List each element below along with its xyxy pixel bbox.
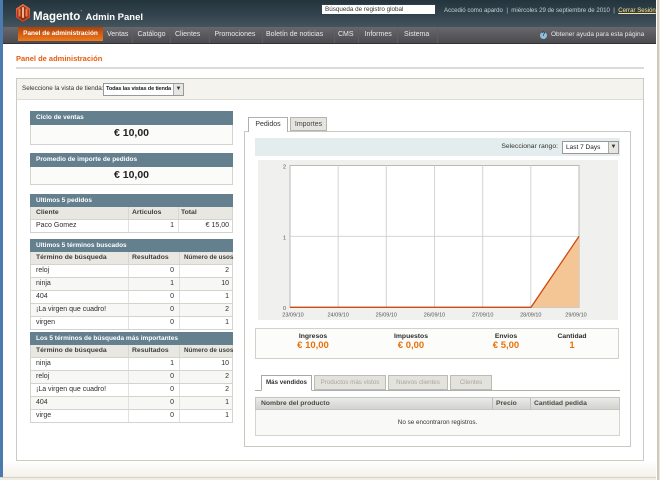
svg-text:26/09/10: 26/09/10 bbox=[424, 313, 445, 319]
svg-text:28/09/10: 28/09/10 bbox=[520, 313, 541, 319]
svg-text:23/09/10: 23/09/10 bbox=[282, 313, 303, 319]
svg-text:25/09/10: 25/09/10 bbox=[376, 313, 397, 319]
svg-text:0: 0 bbox=[283, 306, 286, 312]
svg-text:1: 1 bbox=[283, 235, 286, 241]
svg-text:2: 2 bbox=[283, 165, 286, 171]
svg-text:24/09/10: 24/09/10 bbox=[327, 313, 348, 319]
svg-text:27/09/10: 27/09/10 bbox=[472, 313, 493, 319]
svg-text:29/09/10: 29/09/10 bbox=[565, 313, 586, 319]
